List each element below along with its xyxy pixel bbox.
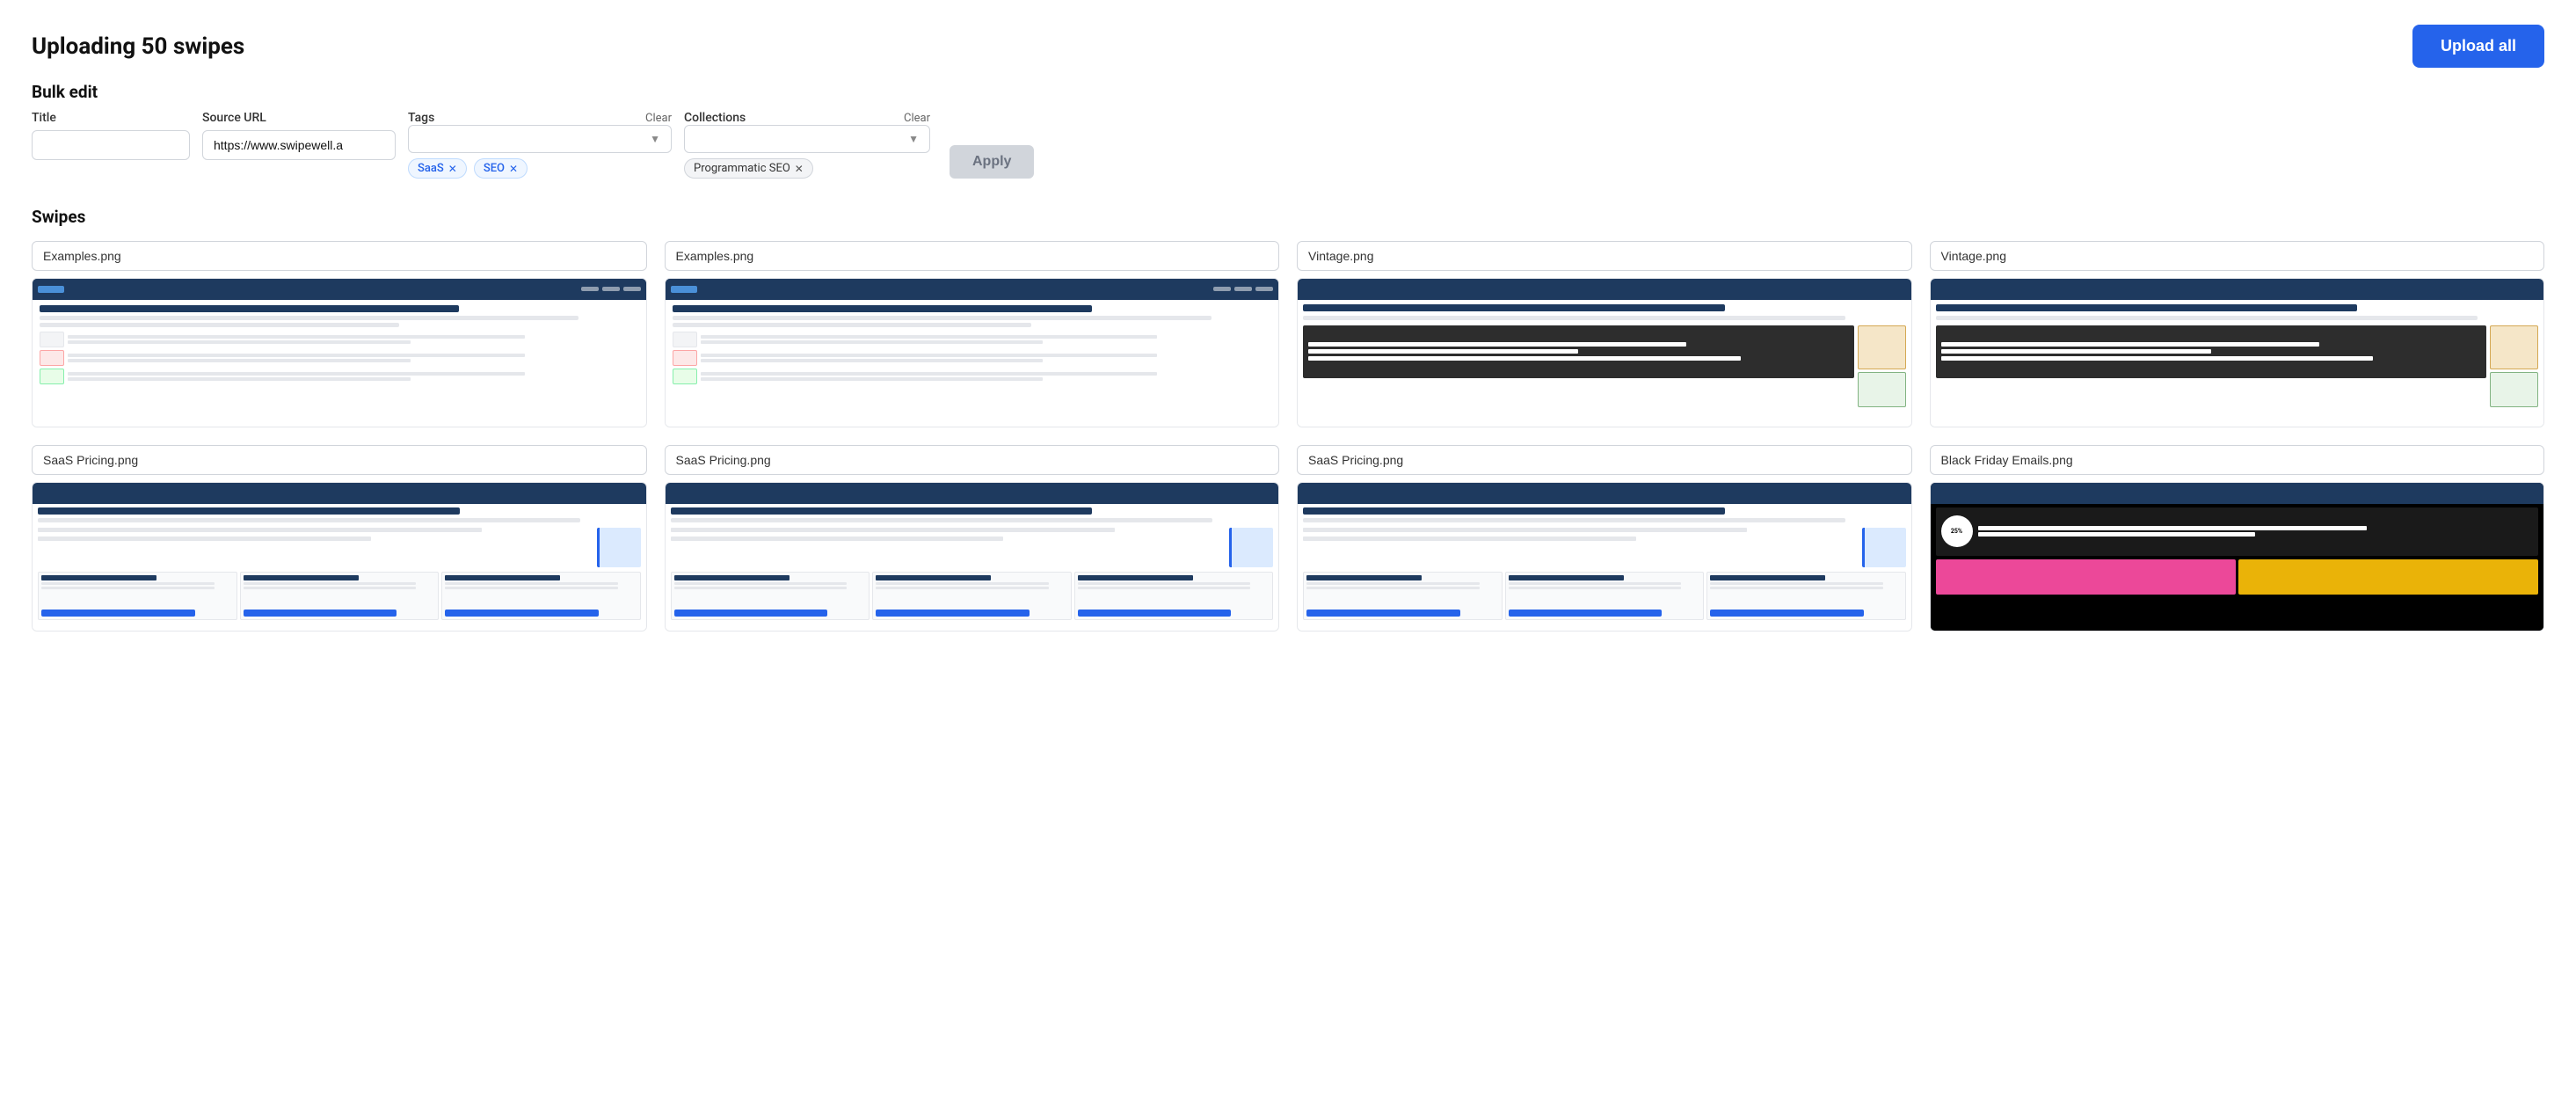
collections-dropdown-arrow: ▼	[908, 133, 919, 145]
swipe-card-7	[1297, 445, 1912, 632]
swipe-thumbnail-5	[32, 482, 647, 632]
swipes-grid: 25%	[32, 241, 2544, 632]
swipe-filename-input-4[interactable]	[1930, 241, 2545, 271]
swipe-filename-input-7[interactable]	[1297, 445, 1912, 475]
bulk-edit-section: Bulk edit Title Source URL Tags Clear ▼ …	[32, 82, 2544, 179]
swipe-card-4	[1930, 241, 2545, 427]
swipe-card-8: 25%	[1930, 445, 2545, 632]
swipe-filename-input-1[interactable]	[32, 241, 647, 271]
tags-clear-link[interactable]: Clear	[645, 112, 672, 125]
swipes-title: Swipes	[32, 207, 2544, 227]
apply-button[interactable]: Apply	[950, 145, 1034, 179]
swipe-filename-input-5[interactable]	[32, 445, 647, 475]
title-label: Title	[32, 111, 190, 125]
collection-chip-prog-seo: Programmatic SEO ✕	[684, 158, 813, 179]
swipe-card-1	[32, 241, 647, 427]
tag-chip-saas: SaaS ✕	[408, 158, 467, 179]
title-field-group: Title	[32, 111, 190, 160]
title-input[interactable]	[32, 130, 190, 160]
swipe-thumbnail-8: 25%	[1930, 482, 2545, 632]
collections-dropdown[interactable]: ▼	[684, 125, 930, 153]
swipe-thumbnail-6	[665, 482, 1280, 632]
header-row: Uploading 50 swipes Upload all	[32, 25, 2544, 68]
swipe-thumbnail-1	[32, 278, 647, 427]
swipe-filename-input-8[interactable]	[1930, 445, 2545, 475]
tags-dropdown[interactable]: ▼	[408, 125, 672, 153]
tag-chip-seo: SEO ✕	[474, 158, 528, 179]
swipe-card-6	[665, 445, 1280, 632]
collection-chips: Programmatic SEO ✕	[684, 158, 930, 179]
page-title: Uploading 50 swipes	[32, 33, 244, 60]
collections-field-group: Collections Clear ▼ Programmatic SEO ✕	[684, 111, 930, 179]
swipe-thumbnail-3	[1297, 278, 1912, 427]
swipe-card-3	[1297, 241, 1912, 427]
source-url-label: Source URL	[202, 111, 396, 125]
collections-label: Collections	[684, 111, 746, 125]
tags-dropdown-arrow: ▼	[650, 133, 660, 145]
collection-chip-close[interactable]: ✕	[795, 163, 804, 175]
swipe-thumbnail-4	[1930, 278, 2545, 427]
tags-field-group: Tags Clear ▼ SaaS ✕ SEO ✕	[408, 111, 672, 179]
bulk-edit-fields: Title Source URL Tags Clear ▼ SaaS ✕	[32, 111, 2544, 179]
upload-all-button[interactable]: Upload all	[2412, 25, 2544, 68]
swipe-filename-input-2[interactable]	[665, 241, 1280, 271]
swipe-thumbnail-7	[1297, 482, 1912, 632]
collections-clear-link[interactable]: Clear	[904, 112, 930, 125]
source-url-field-group: Source URL	[202, 111, 396, 160]
swipe-filename-input-3[interactable]	[1297, 241, 1912, 271]
swipe-thumbnail-2	[665, 278, 1280, 427]
tag-chip-seo-close[interactable]: ✕	[509, 163, 518, 175]
tag-chip-saas-close[interactable]: ✕	[448, 163, 457, 175]
swipe-card-5	[32, 445, 647, 632]
bulk-edit-title: Bulk edit	[32, 82, 2544, 102]
swipe-filename-input-6[interactable]	[665, 445, 1280, 475]
tags-label: Tags	[408, 111, 434, 125]
swipe-card-2	[665, 241, 1280, 427]
swipes-section: Swipes	[32, 207, 2544, 632]
tags-chips: SaaS ✕ SEO ✕	[408, 158, 672, 179]
source-url-input[interactable]	[202, 130, 396, 160]
